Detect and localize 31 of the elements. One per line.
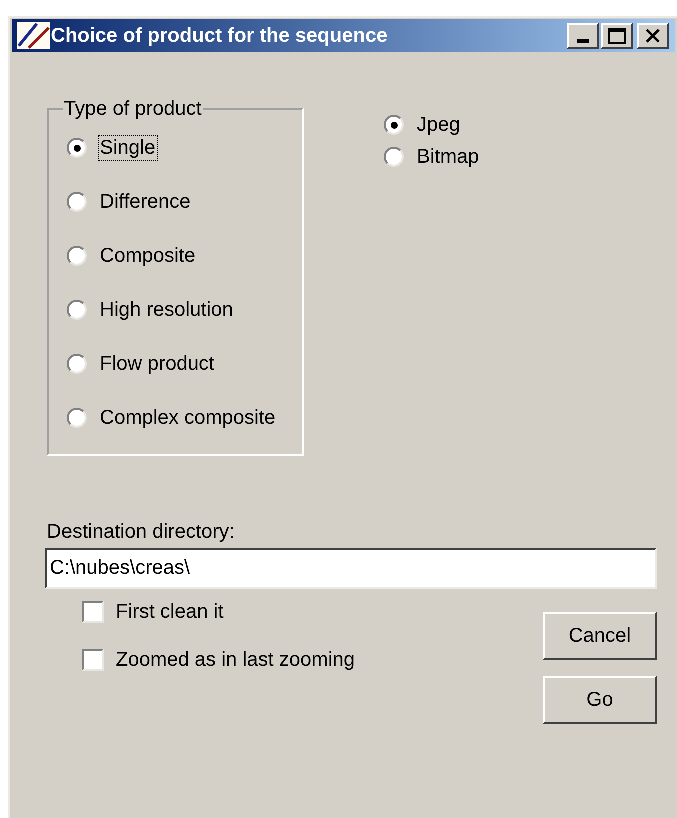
radio-label: Bitmap [416, 145, 480, 169]
checkbox[interactable] [82, 649, 104, 671]
radio-label: Single [99, 136, 157, 160]
radio-button[interactable] [67, 354, 87, 374]
radio-button[interactable] [67, 192, 87, 212]
checkbox-label: First clean it [116, 600, 224, 625]
radio-label: Flow product [99, 352, 216, 376]
checkbox-label: Zoomed as in last zooming [116, 648, 356, 673]
radio-label: Composite [99, 244, 197, 268]
radio-label: Jpeg [416, 113, 462, 137]
radio-button[interactable] [384, 147, 404, 167]
radio-label: High resolution [99, 298, 234, 322]
go-button[interactable]: Go [543, 676, 657, 724]
radio-label: Difference [99, 190, 192, 214]
radio-button[interactable] [67, 300, 87, 320]
close-icon [645, 28, 661, 44]
radio-button[interactable] [384, 115, 404, 135]
window-title: Choice of product for the sequence [51, 24, 388, 48]
minimize-button[interactable] [567, 22, 599, 48]
maximize-button[interactable] [601, 22, 633, 48]
radio-button[interactable] [67, 246, 87, 266]
group-label: Type of product [63, 98, 203, 120]
radio-button[interactable] [67, 408, 87, 428]
checkbox[interactable] [82, 601, 104, 623]
close-button[interactable] [637, 22, 669, 48]
cancel-button[interactable]: Cancel [543, 612, 657, 660]
destination-field[interactable]: C:\nubes\creas\ [45, 548, 657, 589]
app-icon [17, 22, 50, 49]
destination-label: Destination directory: [47, 520, 235, 544]
radio-label: Complex composite [99, 406, 277, 430]
radio-button[interactable] [67, 138, 87, 158]
